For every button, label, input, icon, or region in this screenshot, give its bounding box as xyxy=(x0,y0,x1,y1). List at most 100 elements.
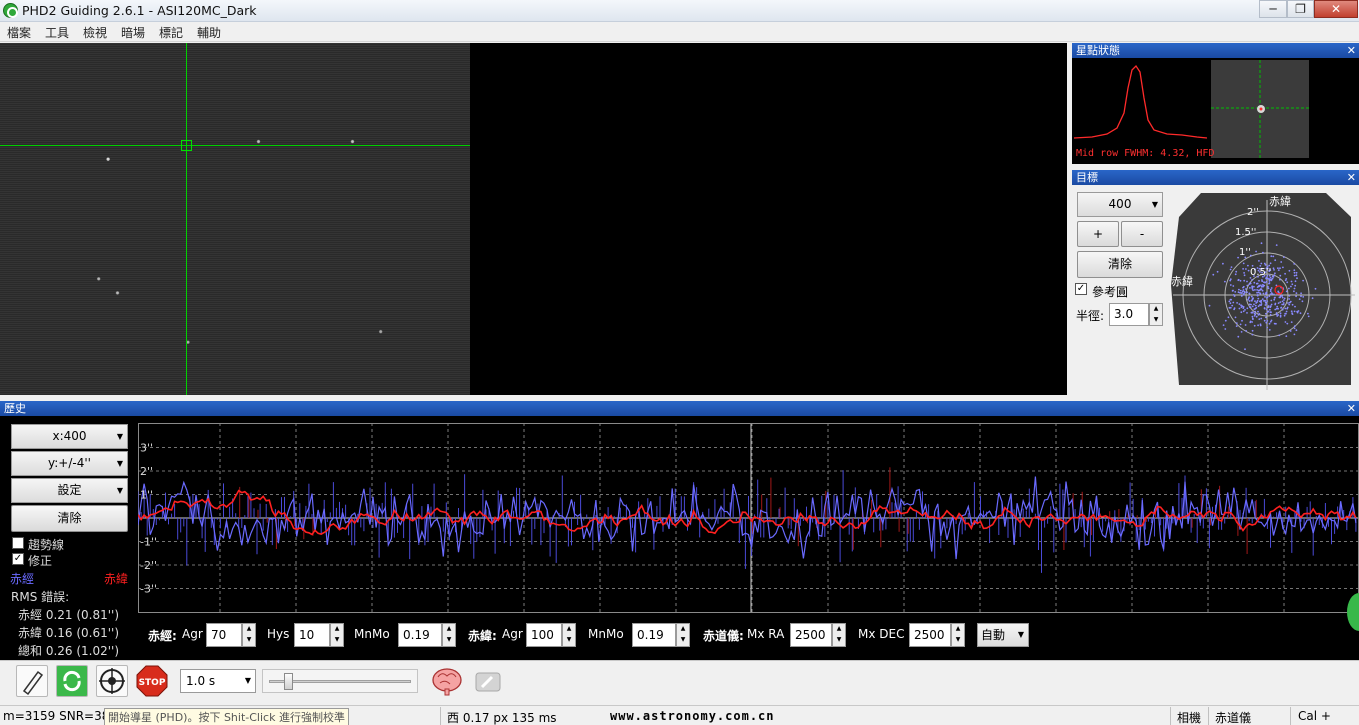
target-scatter-point xyxy=(1307,315,1310,318)
minimize-button[interactable]: ─ xyxy=(1259,0,1287,18)
target-scatter-point xyxy=(1286,281,1289,284)
mx-ra-stepper[interactable]: ▲ ▼ xyxy=(832,623,846,647)
target-scatter-point xyxy=(1216,270,1219,273)
target-scatter-point xyxy=(1269,313,1272,316)
menu-darks[interactable]: 暗場 xyxy=(121,24,145,41)
target-scatter-point xyxy=(1264,296,1266,298)
target-scatter-point xyxy=(1224,319,1227,322)
target-scatter-point xyxy=(1265,308,1268,311)
close-icon[interactable]: ✕ xyxy=(1347,43,1356,58)
target-scatter-point xyxy=(1240,311,1243,314)
radius-input[interactable]: 3.0 xyxy=(1109,303,1149,326)
target-scatter-point xyxy=(1291,303,1294,306)
auto-select-star-button[interactable] xyxy=(96,665,128,697)
target-scatter-point xyxy=(1238,307,1241,310)
target-scatter-point xyxy=(1237,291,1240,294)
target-scatter-point xyxy=(1240,331,1243,333)
correction-checkbox[interactable]: ✓ xyxy=(12,553,24,565)
ref-circle-label: 參考圓 xyxy=(1092,285,1129,299)
target-scatter-point xyxy=(1249,321,1252,324)
target-scatter-point xyxy=(1228,306,1231,309)
target-scatter-point xyxy=(1260,262,1263,265)
camera-image[interactable] xyxy=(0,43,470,395)
ra-minmo-stepper[interactable]: ▲ ▼ xyxy=(442,623,456,647)
target-scatter-point xyxy=(1246,280,1248,283)
maximize-button[interactable]: ❐ xyxy=(1287,0,1314,18)
history-clear-button[interactable]: 清除 xyxy=(11,505,128,532)
y-tick-label: 1'' xyxy=(140,489,153,502)
target-scatter-point xyxy=(1224,328,1227,330)
close-icon[interactable]: ✕ xyxy=(1347,170,1356,185)
dec-minmo-input[interactable]: 0.19 xyxy=(632,623,676,647)
target-scatter-point xyxy=(1293,290,1295,293)
target-scatter-point xyxy=(1274,308,1277,311)
zoom-out-button[interactable]: - xyxy=(1121,221,1163,247)
ring-label-2: 2'' xyxy=(1247,207,1259,218)
target-scatter-point xyxy=(1267,287,1270,290)
menu-view[interactable]: 檢視 xyxy=(83,24,107,41)
mx-ra-input[interactable]: 2500 xyxy=(790,623,832,647)
menu-bookmarks[interactable]: 標記 xyxy=(159,24,183,41)
target-scatter-point xyxy=(1275,322,1277,325)
target-scatter-point xyxy=(1293,333,1296,336)
brain-button[interactable] xyxy=(430,665,462,697)
manual-guide-button[interactable] xyxy=(472,665,504,697)
ra-agr-input[interactable]: 70 xyxy=(206,623,242,647)
ring-label-0-5: 0.5'' xyxy=(1250,267,1271,278)
history-x-scale-select[interactable]: x:400 ▼ xyxy=(11,424,128,449)
close-button[interactable]: ✕ xyxy=(1314,0,1358,18)
ref-circle-checkbox[interactable]: ✓ xyxy=(1075,283,1087,295)
gamma-slider[interactable] xyxy=(262,669,418,693)
target-scatter-point xyxy=(1250,295,1253,298)
target-scatter-point xyxy=(1243,279,1246,282)
radius-stepper[interactable]: ▲ ▼ xyxy=(1149,303,1163,326)
y-tick-label: 2'' xyxy=(140,465,153,478)
connect-gear-button[interactable] xyxy=(16,665,48,697)
dec-agr-stepper[interactable]: ▲ ▼ xyxy=(562,623,576,647)
status-calibration: Cal + xyxy=(1298,709,1331,723)
gamma-slider-thumb[interactable] xyxy=(284,673,293,690)
hys-stepper[interactable]: ▲ ▼ xyxy=(330,623,344,647)
mx-dec-input[interactable]: 2500 xyxy=(909,623,951,647)
target-scatter-point xyxy=(1288,294,1291,297)
target-scatter-point xyxy=(1229,278,1232,281)
hys-input[interactable]: 10 xyxy=(294,623,330,647)
exposure-select[interactable]: 1.0 s ▼ xyxy=(180,669,256,693)
target-zoom-select[interactable]: 400 ▼ xyxy=(1077,192,1163,217)
close-icon[interactable]: ✕ xyxy=(1347,401,1356,416)
history-graph[interactable]: 3'' 2'' 1'' -1'' -2'' -3'' xyxy=(137,423,1359,613)
dec-minmo-stepper[interactable]: ▲ ▼ xyxy=(676,623,690,647)
menu-help[interactable]: 輔助 xyxy=(197,24,221,41)
stop-button[interactable]: STOP xyxy=(136,665,168,697)
ra-agr-label: Agr xyxy=(182,627,203,641)
zoom-in-button[interactable]: + xyxy=(1077,221,1119,247)
menu-file[interactable]: 檔案 xyxy=(7,24,31,41)
target-scatter-point xyxy=(1260,301,1262,304)
trend-line-label: 趨勢線 xyxy=(28,538,65,552)
loop-button[interactable] xyxy=(56,665,88,697)
history-settings-select[interactable]: 設定 ▼ xyxy=(11,478,128,503)
dec-mode-select[interactable]: 自動 ▼ xyxy=(977,623,1029,647)
history-y-scale-select[interactable]: y:+/-4'' ▼ xyxy=(11,451,128,476)
target-scatter-point xyxy=(1244,324,1247,326)
target-scatter-point xyxy=(1272,267,1275,270)
target-scatter-point xyxy=(1251,299,1253,302)
ra-agr-stepper[interactable]: ▲ ▼ xyxy=(242,623,256,647)
dec-agr-input[interactable]: 100 xyxy=(526,623,562,647)
chevron-down-icon: ▼ xyxy=(116,432,123,441)
menu-tools[interactable]: 工具 xyxy=(45,24,69,41)
target-scatter-point xyxy=(1285,310,1288,313)
target-scatter-point xyxy=(1296,277,1298,280)
target-scatter-point xyxy=(1289,330,1292,332)
ra-minmo-input[interactable]: 0.19 xyxy=(398,623,442,647)
target-scatter-point xyxy=(1284,272,1286,275)
target-scatter-point xyxy=(1277,290,1280,293)
ra-legend: 赤經 xyxy=(10,572,35,586)
mx-dec-stepper[interactable]: ▲ ▼ xyxy=(951,623,965,647)
target-scatter-point xyxy=(1290,280,1293,283)
target-clear-button[interactable]: 清除 xyxy=(1077,251,1163,278)
target-scatter-point xyxy=(1234,273,1237,276)
trend-line-checkbox[interactable] xyxy=(12,537,24,549)
target-scatter-plot: 赤緯 赤緯 2'' 1.5'' 1'' 0.5'' xyxy=(1171,193,1355,390)
camera-image-empty[interactable] xyxy=(470,43,1067,395)
